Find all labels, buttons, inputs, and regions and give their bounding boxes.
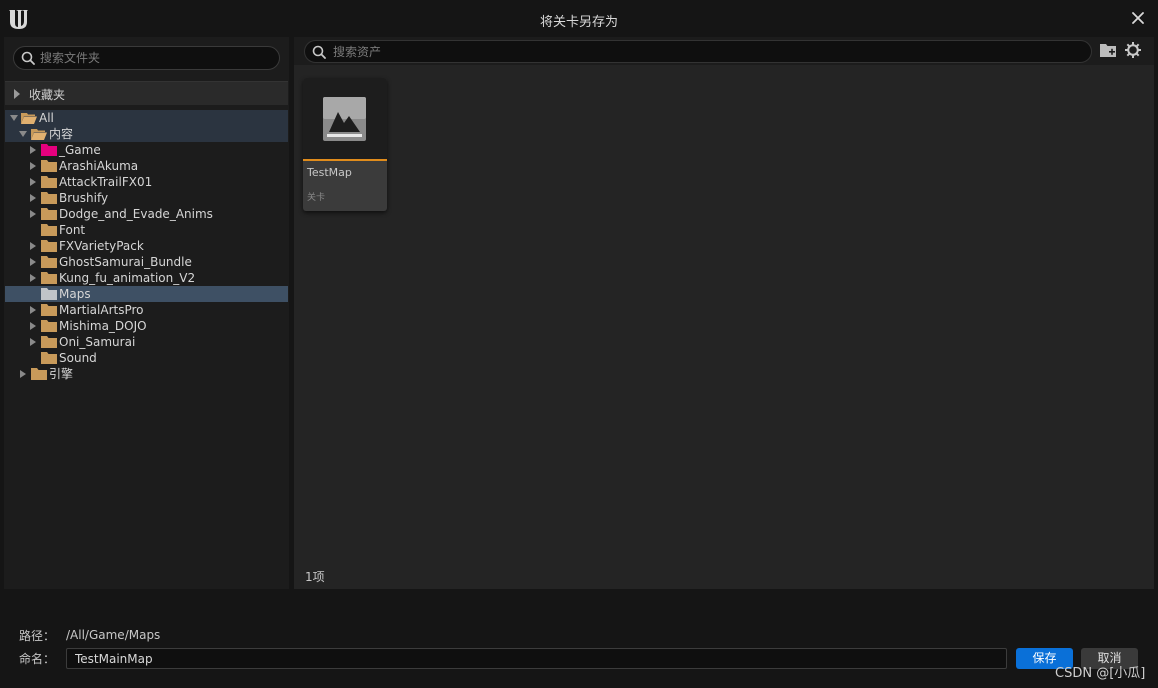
folder-icon [41,304,57,316]
expand-arrow-icon[interactable] [30,322,36,330]
folder-icon [41,320,57,332]
tree-item-label: MartialArtsPro [59,303,144,317]
asset-name: TestMap [307,166,352,179]
expand-arrow-icon[interactable] [10,115,18,121]
tree-item-content[interactable]: 内容 [5,126,288,142]
folder-icon [41,160,57,172]
tree-item-folder[interactable]: Dodge_and_Evade_Anims [5,206,288,222]
tree-item-engine[interactable]: 引擎 [5,366,288,382]
title-bar: 将关卡另存为 [0,0,1158,37]
tree-item-label: Brushify [59,191,109,205]
tree-item-label: _Game [59,143,101,157]
favorites-section[interactable]: 收藏夹 [5,81,288,105]
content-folder-list: _Game ArashiAkuma AttackTrailFX01 Brushify D… [5,142,288,366]
close-icon[interactable] [1130,10,1146,26]
level-map-icon [323,97,366,141]
search-icon [21,51,35,65]
asset-tile-testmap[interactable]: TestMap 关卡 [303,78,387,211]
folder-search-box[interactable] [13,46,280,70]
folder-icon [41,352,57,364]
tree-item-folder[interactable]: Sound [5,350,288,366]
expand-arrow-icon[interactable] [14,89,20,99]
path-label: 路径： [19,629,56,643]
tree-item-label: All [39,111,54,125]
path-value: /All/Game/Maps [66,628,161,642]
expand-arrow-icon[interactable] [30,162,36,170]
folder-icon [41,144,57,156]
folder-icon [41,256,57,268]
tree-item-label: Sound [59,351,97,365]
expand-arrow-icon[interactable] [30,306,36,314]
folder-icon [41,336,57,348]
tree-item-label: Font [59,223,86,237]
asset-search-input[interactable] [333,43,1073,61]
open-folder-icon [31,129,47,140]
folder-tree-panel: 收藏夹 All 内容 _Game ArashiAkuma AttackTrailFX… [4,37,289,589]
folder-icon [41,208,57,220]
tree-item-folder[interactable]: MartialArtsPro [5,302,288,318]
tree-item-label: GhostSamurai_Bundle [59,255,192,269]
expand-arrow-icon[interactable] [30,194,36,202]
asset-search-box[interactable] [304,40,1092,63]
tree-item-label: AttackTrailFX01 [59,175,153,189]
asset-view-panel: TestMap 关卡 1项 [294,37,1154,589]
tree-item-label: 引擎 [49,367,74,381]
folder-tree: All 内容 _Game ArashiAkuma AttackTrailFX01 Br… [5,110,288,382]
tree-item-folder[interactable]: AttackTrailFX01 [5,174,288,190]
asset-toolbar [294,37,1154,65]
tree-item-label: Mishima_DOJO [59,319,147,333]
folder-icon [41,272,57,284]
tree-item-label: ArashiAkuma [59,159,139,173]
item-count: 1项 [305,570,325,584]
expand-arrow-icon[interactable] [30,178,36,186]
search-icon [312,45,326,59]
tree-item-label: Oni_Samurai [59,335,136,349]
folder-icon [41,240,57,252]
tree-item-label: 内容 [49,127,74,141]
watermark: CSDN @[小瓜] [1055,666,1146,681]
open-folder-icon [21,113,37,124]
tree-item-folder[interactable]: _Game [5,142,288,158]
expand-arrow-icon[interactable] [30,242,36,250]
tree-item-label: Dodge_and_Evade_Anims [59,207,213,221]
tree-item-folder[interactable]: Maps [5,286,288,302]
expand-arrow-icon[interactable] [30,146,36,154]
asset-name-field[interactable] [66,648,1007,669]
tree-item-folder[interactable]: Mishima_DOJO [5,318,288,334]
tree-item-label: Maps [59,287,91,301]
tree-item-label: Kung_fu_animation_V2 [59,271,196,285]
tree-item-label: FXVarietyPack [59,239,144,253]
name-label: 命名： [19,652,56,666]
folder-icon [41,192,57,204]
tree-item-all[interactable]: All [5,110,288,126]
gear-icon[interactable] [1125,42,1141,58]
save-footer: 路径： /All/Game/Maps 命名： 保存 取消 CSDN @[小瓜] [0,589,1158,688]
expand-arrow-icon[interactable] [30,210,36,218]
expand-arrow-icon[interactable] [19,131,27,137]
tree-item-folder[interactable]: Font [5,222,288,238]
folder-icon [41,176,57,188]
tree-item-folder[interactable]: GhostSamurai_Bundle [5,254,288,270]
tree-item-folder[interactable]: ArashiAkuma [5,158,288,174]
expand-arrow-icon[interactable] [30,338,36,346]
tree-item-folder[interactable]: FXVarietyPack [5,238,288,254]
tree-item-folder[interactable]: Oni_Samurai [5,334,288,350]
asset-thumbnail [303,78,387,159]
tree-item-folder[interactable]: Brushify [5,190,288,206]
window-title: 将关卡另存为 [539,15,618,30]
folder-icon [31,368,47,380]
expand-arrow-icon[interactable] [20,370,26,378]
folder-icon [41,288,57,300]
expand-arrow-icon[interactable] [30,258,36,266]
asset-type-label: 关卡 [307,193,326,203]
expand-arrow-icon[interactable] [30,274,36,282]
tree-item-folder[interactable]: Kung_fu_animation_V2 [5,270,288,286]
new-folder-icon[interactable] [1100,43,1117,58]
folder-icon [41,224,57,236]
asset-type-accent-bar [303,159,387,161]
folder-search-input[interactable] [40,49,270,67]
favorites-label: 收藏夹 [29,88,66,102]
